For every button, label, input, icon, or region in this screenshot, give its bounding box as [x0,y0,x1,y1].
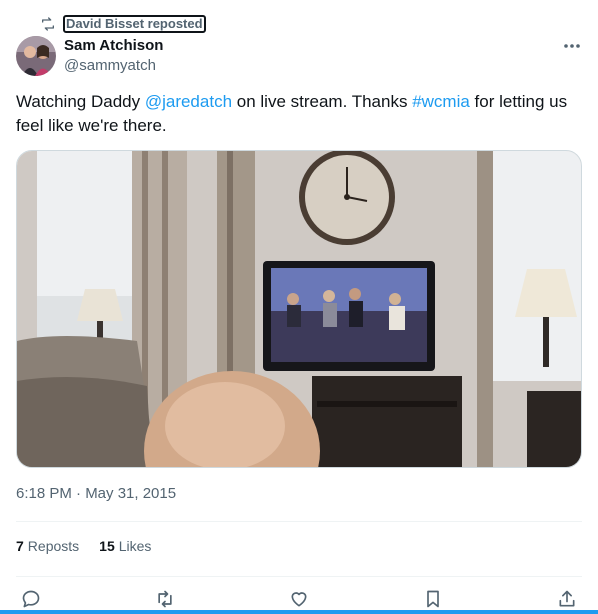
reply-icon[interactable] [16,588,46,610]
bookmark-icon[interactable] [418,588,448,610]
action-bar [16,588,582,610]
author-handle[interactable]: @sammyatch [64,57,156,74]
reposts-stat[interactable]: 7 Reposts [16,538,79,554]
tweet-text-part: on live stream. Thanks [232,92,413,111]
reposted-by-link[interactable]: David Bisset reposted [63,15,206,33]
engagement-stats: 7 Reposts 15 Likes [16,538,171,554]
hashtag-link[interactable]: #wcmia [412,92,470,111]
divider [16,576,582,577]
author-name[interactable]: Sam Atchison [64,37,163,54]
likes-stat[interactable]: 15 Likes [99,538,151,554]
tweet-photo[interactable] [16,150,582,468]
divider [16,521,582,522]
mention-link[interactable]: @jaredatch [145,92,232,111]
like-icon[interactable] [284,588,314,610]
tweet-text: Watching Daddy @jaredatch on live stream… [16,90,582,138]
likes-label: Likes [118,538,152,554]
share-icon[interactable] [552,588,582,610]
more-icon[interactable] [562,36,582,56]
avatar[interactable] [16,36,56,76]
retweet-icon[interactable] [150,588,180,610]
bottom-accent-bar [0,610,598,614]
reposts-count: 7 [16,538,24,554]
repost-icon [40,16,56,32]
tweet-text-part: Watching Daddy [16,92,145,111]
likes-count: 15 [99,538,115,554]
tweet-timestamp[interactable]: 6:18 PM · May 31, 2015 [16,485,176,502]
repost-header: David Bisset reposted [40,14,206,34]
reposts-label: Reposts [27,538,80,554]
